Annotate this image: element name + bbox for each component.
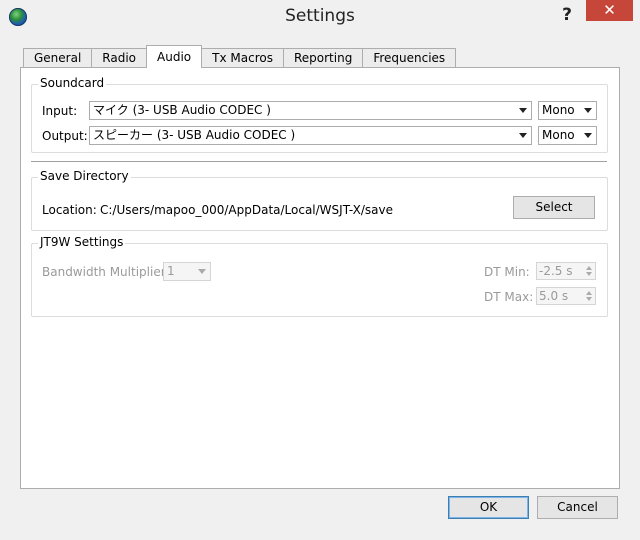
jt9w-settings-title: JT9W Settings <box>38 235 126 249</box>
dt-max-label: DT Max: <box>484 290 534 304</box>
spin-down-icon[interactable] <box>586 272 592 276</box>
tab-reporting[interactable]: Reporting <box>282 48 364 68</box>
dt-min-spinbox[interactable]: -2.5 s <box>536 262 596 280</box>
dt-max-spinbox[interactable]: 5.0 s <box>536 287 596 305</box>
cancel-button[interactable]: Cancel <box>537 496 618 519</box>
save-directory-title: Save Directory <box>38 169 131 183</box>
bandwidth-multiplier-label: Bandwidth Multiplier: <box>42 265 170 279</box>
tab-tx-macros[interactable]: Tx Macros <box>201 48 284 68</box>
chevron-down-icon <box>584 133 592 138</box>
output-device-select[interactable]: スピーカー (3- USB Audio CODEC ) <box>89 126 532 145</box>
output-channel-select[interactable]: Mono <box>538 126 597 145</box>
spin-up-icon[interactable] <box>586 266 592 270</box>
chevron-down-icon <box>519 108 527 113</box>
output-channel-value: Mono <box>542 128 575 142</box>
settings-tabs: General Radio Audio Tx Macros Reporting … <box>23 45 457 68</box>
select-directory-button[interactable]: Select <box>513 196 595 219</box>
dt-min-value: -2.5 s <box>539 264 573 278</box>
chevron-down-icon <box>584 108 592 113</box>
chevron-down-icon <box>519 133 527 138</box>
input-channel-value: Mono <box>542 103 575 117</box>
close-button[interactable]: ✕ <box>586 0 633 21</box>
ok-button[interactable]: OK <box>448 496 529 519</box>
jt9w-settings-group: JT9W Settings <box>31 235 608 317</box>
output-label: Output: <box>42 129 88 143</box>
location-path: C:/Users/mapoo_000/AppData/Local/WSJT-X/… <box>100 203 394 217</box>
bandwidth-multiplier-select[interactable]: 1 <box>163 262 211 281</box>
input-device-select[interactable]: マイク (3- USB Audio CODEC ) <box>89 101 532 120</box>
tab-general[interactable]: General <box>23 48 93 68</box>
dt-max-value: 5.0 s <box>539 289 569 303</box>
tab-radio[interactable]: Radio <box>91 48 148 68</box>
tab-audio[interactable]: Audio <box>146 45 203 68</box>
input-label: Input: <box>42 104 78 118</box>
dt-min-label: DT Min: <box>484 265 530 279</box>
chevron-down-icon <box>198 269 206 274</box>
title-bar: Settings ? ✕ <box>0 0 640 36</box>
help-button[interactable]: ? <box>556 3 578 27</box>
input-channel-select[interactable]: Mono <box>538 101 597 120</box>
output-device-value: スピーカー (3- USB Audio CODEC ) <box>93 128 296 142</box>
tab-frequencies[interactable]: Frequencies <box>362 48 457 68</box>
input-device-value: マイク (3- USB Audio CODEC ) <box>93 103 271 117</box>
spin-down-icon[interactable] <box>586 297 592 301</box>
divider <box>31 161 607 163</box>
soundcard-title: Soundcard <box>38 76 107 90</box>
window-title: Settings <box>285 6 355 26</box>
bandwidth-multiplier-value: 1 <box>167 264 175 278</box>
location-label: Location: <box>42 203 97 217</box>
spin-up-icon[interactable] <box>586 291 592 295</box>
